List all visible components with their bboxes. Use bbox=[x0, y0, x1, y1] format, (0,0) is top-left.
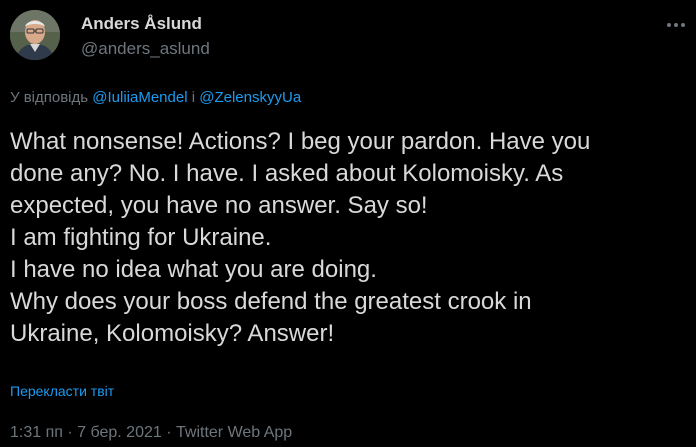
tweet-line: I am fighting for Ukraine. bbox=[10, 224, 272, 251]
author-name[interactable]: Anders Åslund bbox=[81, 14, 202, 34]
meta-separator: · bbox=[166, 424, 172, 441]
mention-iuliiamendel[interactable]: @IuliiaMendel bbox=[92, 89, 187, 106]
reply-prefix: У відповідь bbox=[10, 89, 89, 106]
tweet-date[interactable]: 7 бер. 2021 bbox=[77, 424, 162, 441]
tweet-line: done any? No. I have. I asked about Kolo… bbox=[10, 160, 564, 187]
tweet-line: I have no idea what you are doing. bbox=[10, 256, 377, 283]
more-options-button[interactable] bbox=[664, 16, 688, 34]
meta-separator: · bbox=[67, 424, 73, 441]
tweet-line: Ukraine, Kolomoisky? Answer! bbox=[10, 320, 335, 347]
tweet-source[interactable]: Twitter Web App bbox=[176, 424, 292, 441]
person-avatar-icon bbox=[10, 10, 60, 60]
tweet-text: What nonsense! Actions? I beg your pardo… bbox=[10, 126, 690, 350]
tweet-line: Why does your boss defend the greatest c… bbox=[10, 288, 532, 315]
tweet-time[interactable]: 1:31 пп bbox=[10, 424, 63, 441]
author-handle[interactable]: @anders_aslund bbox=[81, 39, 210, 59]
tweet: Anders Åslund @anders_aslund У відповідь… bbox=[0, 0, 696, 447]
tweet-line: What nonsense! Actions? I beg your pardo… bbox=[10, 128, 591, 155]
author-avatar[interactable] bbox=[10, 10, 60, 60]
reply-context: У відповідь @IuliiaMendel і @ZelenskyyUa bbox=[10, 89, 301, 106]
tweet-meta: 1:31 пп · 7 бер. 2021 · Twitter Web App bbox=[10, 424, 292, 442]
translate-tweet-link[interactable]: Перекласти твіт bbox=[10, 383, 114, 399]
more-horizontal-icon bbox=[667, 23, 685, 27]
tweet-line: expected, you have no answer. Say so! bbox=[10, 192, 428, 219]
reply-conjunction: і bbox=[191, 89, 196, 106]
mention-zelenskyyua[interactable]: @ZelenskyyUa bbox=[199, 89, 301, 106]
